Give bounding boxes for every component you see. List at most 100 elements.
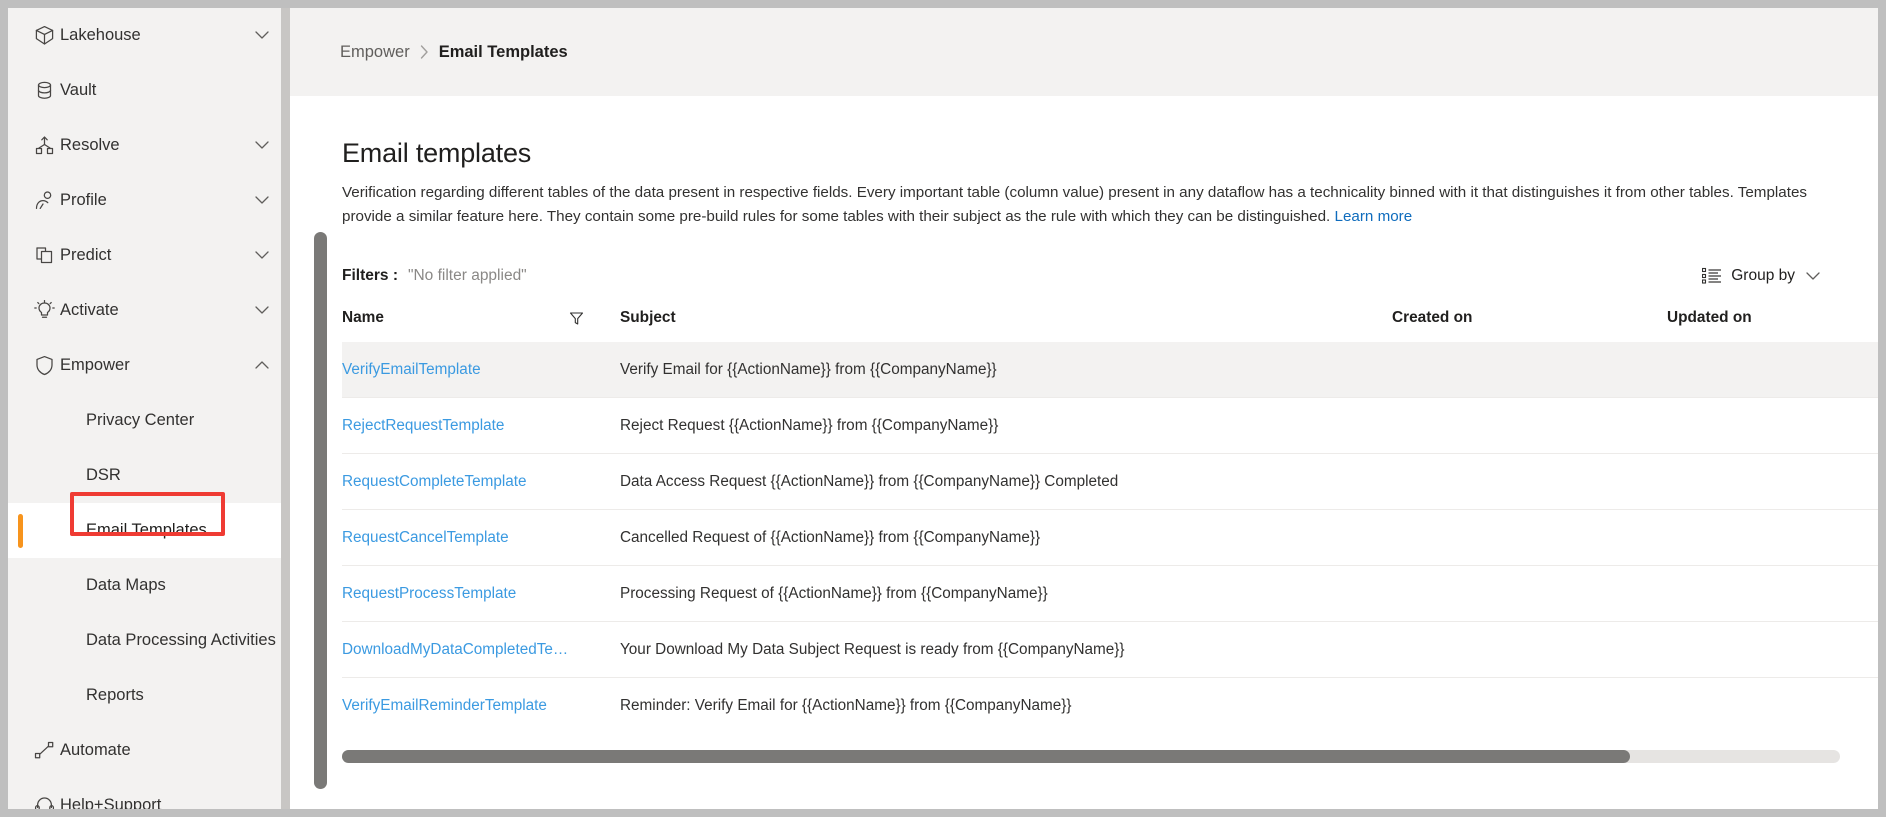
cell-name: DownloadMyDataCompletedTe… [342,622,620,678]
cell-name: VerifyEmailTemplate [342,342,620,398]
cell-subject: Reject Request {{ActionName}} from {{Com… [620,398,1392,454]
cell-created-on [1392,510,1667,566]
sidebar-item-dsr[interactable]: DSR [8,448,290,503]
sidebar-item-label: Activate [60,301,252,320]
table-row[interactable]: RequestProcessTemplateProcessing Request… [342,566,1878,622]
sidebar-item-privacy-center[interactable]: Privacy Center [8,393,290,448]
sidebar-item-profile[interactable]: Profile [8,173,290,228]
cell-subject: Data Access Request {{ActionName}} from … [620,454,1392,510]
table-row[interactable]: RequestCancelTemplate Cancelled Request o… [342,510,1878,566]
group-by-label: Group by [1731,267,1795,285]
sidebar-item-vault[interactable]: Vault [8,63,290,118]
chevron-down-icon[interactable] [252,31,272,40]
main-content-area: Empower Email Templates Email templates … [290,8,1878,809]
sidebar-item-data-processing-activities[interactable]: Data Processing Activities [8,613,290,668]
cell-name: RequestCompleteTemplate [342,454,620,510]
template-name-link[interactable]: RequestCancelTemplate [342,529,509,547]
filters-label: Filters : [342,267,398,285]
cell-name: RequestCancelTemplate [342,510,620,566]
cell-updated-on [1667,454,1878,510]
copy-icon [34,245,60,266]
cell-created-on [1392,622,1667,678]
vertical-scrollbar-thumb[interactable] [314,232,327,789]
template-name-link[interactable]: RequestProcessTemplate [342,585,516,603]
sidebar-item-predict[interactable]: Predict [8,228,290,283]
page-title: Email templates [342,138,1850,169]
chevron-down-icon[interactable] [252,251,272,260]
sidebar-item-label: Privacy Center [86,411,252,430]
sidebar-item-activate[interactable]: Activate [8,283,290,338]
group-list-icon [1702,267,1722,285]
sidebar-item-empower[interactable]: Empower [8,338,290,393]
sidebar-item-list: Lakehouse Vault Resolve Profile Predict Activ… [8,8,290,809]
filters-row: Filters : "No filter applied" [342,267,1850,285]
sidebar-item-automate[interactable]: Automate [8,723,290,778]
sidebar-item-label: DSR [86,466,252,485]
sidebar-item-label: Automate [60,741,252,760]
chevron-down-icon[interactable] [252,196,272,205]
sidebar-item-resolve[interactable]: Resolve [8,118,290,173]
breadcrumb-separator-icon [420,45,429,59]
sidebar-item-reports[interactable]: Reports [8,668,290,723]
sidebar-item-data-maps[interactable]: Data Maps [8,558,290,613]
sidebar-item-label: Lakehouse [60,26,252,45]
column-header-name-label: Name [342,309,384,327]
learn-more-link[interactable]: Learn more [1335,208,1413,225]
vertical-scrollbar[interactable] [314,232,327,789]
template-name-link[interactable]: DownloadMyDataCompletedTe… [342,641,568,659]
lightbulb-icon [34,300,60,321]
cell-subject: Verify Email for {{ActionName}} from {{C… [620,342,1392,398]
table-row[interactable]: DownloadMyDataCompletedTe…Your Download … [342,622,1878,678]
application-window: Lakehouse Vault Resolve Profile Predict Activ… [8,8,1878,809]
template-name-link[interactable]: RequestCompleteTemplate [342,473,527,491]
filters-value: "No filter applied" [408,267,527,285]
sidebar-item-label: Vault [60,81,252,100]
column-header-subject[interactable]: Subject [620,303,1392,342]
sidebar-item-label: Data Maps [86,576,252,595]
cell-updated-on [1667,510,1878,566]
sidebar-item-label: Profile [60,191,252,210]
cell-created-on [1392,398,1667,454]
column-header-created-on[interactable]: Created on [1392,303,1667,342]
sidebar-scrollbar[interactable] [281,8,290,809]
table-row[interactable]: VerifyEmailReminderTemplateReminder: Ver… [342,678,1878,734]
template-name-link[interactable]: RejectRequestTemplate [342,417,504,435]
sidebar-item-email-templates[interactable]: Email Templates [8,503,290,558]
table-header-row: Name Subject Created on Updated on [342,303,1878,342]
horizontal-scrollbar-thumb[interactable] [342,750,1630,763]
table-row[interactable]: RequestCompleteTemplate Data Access Reque… [342,454,1878,510]
breadcrumb: Empower Email Templates [290,8,1878,96]
cell-updated-on [1667,622,1878,678]
template-name-link[interactable]: VerifyEmailTemplate [342,361,481,379]
shield-icon [34,355,60,376]
group-by-button[interactable]: Group by [1702,267,1830,285]
sidebar-item-label: Help+Support [60,796,252,809]
chevron-down-icon[interactable] [252,141,272,150]
chevron-up-icon[interactable] [252,361,272,370]
table-row[interactable]: RejectRequestTemplate Reject Request {{Ac… [342,398,1878,454]
chevron-down-icon[interactable] [252,306,272,315]
horizontal-scrollbar[interactable] [342,750,1840,763]
headset-icon [34,795,60,809]
template-name-link[interactable]: VerifyEmailReminderTemplate [342,697,547,715]
column-header-name[interactable]: Name [342,303,620,342]
cell-subject: Cancelled Request of {{ActionName}} from… [620,510,1392,566]
table-row[interactable]: VerifyEmailTemplate Verify Email for {{Ac… [342,342,1878,398]
cube-icon [34,25,60,46]
sidebar-item-label: Resolve [60,136,252,155]
filter-funnel-icon[interactable] [569,311,620,326]
cell-updated-on [1667,398,1878,454]
page-content: Email templates Verification regarding d… [290,96,1878,809]
table-body: VerifyEmailTemplate Verify Email for {{Ac… [342,342,1878,734]
sidebar-item-label: Data Processing Activities [86,631,276,650]
sidebar-item-help-support[interactable]: Help+Support [8,778,290,809]
breadcrumb-item-empower[interactable]: Empower [340,43,410,62]
sidebar-scrollbar-thumb[interactable] [281,8,290,809]
database-icon [34,80,60,101]
cell-updated-on [1667,566,1878,622]
merge-icon [34,135,60,156]
cell-name: RequestProcessTemplate [342,566,620,622]
sidebar-item-lakehouse[interactable]: Lakehouse [8,8,290,63]
sidebar-item-label: Reports [86,686,252,705]
column-header-updated-on[interactable]: Updated on [1667,303,1878,342]
